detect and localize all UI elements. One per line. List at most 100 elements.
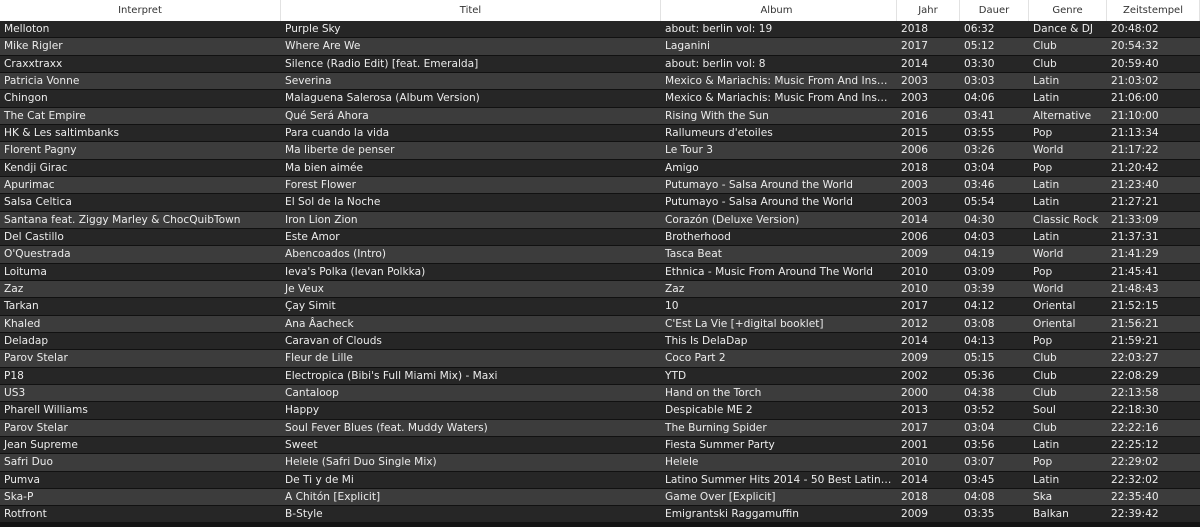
cell-title: Para cuando la vida [285,126,390,139]
cell-genre: Latin [1033,178,1060,191]
cell-title: B-Style [285,508,323,521]
cell-duration: 03:35 [964,508,995,521]
cell-duration: 06:32 [964,23,995,35]
table-row[interactable]: HK & Les saltimbanks Para cuando la vida R… [0,124,1200,143]
table-row[interactable]: Pharell Williams Happy Despicable ME 2 2013… [0,402,1200,420]
cell-genre: Latin [1033,230,1060,243]
table-row[interactable]: Salsa Celtica El Sol de la Noche Putumayo … [0,194,1200,212]
cell-title: Qué Será Ahora [285,109,369,122]
cell-genre: Oriental [1033,300,1076,313]
cell-album: Putumayo - Salsa Around the World [665,178,853,191]
cell-timestamp: 22:29:02 [1111,456,1159,469]
cell-genre: Latin [1033,196,1060,209]
table-row[interactable]: Chingon Malaguena Salerosa (Album Version… [0,90,1200,108]
cell-genre: Club [1033,57,1057,70]
cell-duration: 03:04 [964,421,995,434]
cell-year: 2014 [901,334,928,347]
cell-year: 2009 [901,352,928,365]
cell-year: 2009 [901,508,928,521]
table-row[interactable]: Florent Pagny Ma liberte de penser Le Tour… [0,142,1200,160]
column-header-duration[interactable]: Dauer [960,0,1029,21]
table-row[interactable]: Apurimac Forest Flower Putumayo - Salsa Ar… [0,176,1200,195]
cell-duration: 03:03 [964,74,995,87]
cell-album: Mexico & Mariachis: Music From And Inspi… [665,92,897,105]
cell-duration: 04:03 [964,230,995,243]
cell-duration: 03:07 [964,456,995,469]
cell-artist: Florent Pagny [4,144,77,157]
cell-year: 2017 [901,300,928,313]
cell-title: Forest Flower [285,178,356,191]
table-row[interactable]: Parov Stelar Soul Fever Blues (feat. Mudd… [0,419,1200,437]
cell-album: C'Est La Vie [+digital booklet] [665,317,824,330]
cell-artist: Apurimac [4,178,55,191]
cell-title: Happy [285,404,320,417]
cell-genre: Balkan [1033,508,1069,521]
table-row[interactable]: Deladap Caravan of Clouds This Is DelaDap 2… [0,332,1200,351]
cell-artist: Khaled [4,317,41,330]
table-row[interactable]: Zaz Je Veux Zaz 2010 03:39 World 21:48:43 [0,280,1200,299]
column-header-timestamp[interactable]: Zeitstempel [1107,0,1200,21]
playlist-table: Interpret Titel Album Jahr Dauer Genre Z… [0,0,1200,527]
cell-duration: 03:52 [964,404,995,417]
table-row[interactable]: Santana feat. Ziggy Marley & ChocQuibTow… [0,211,1200,229]
table-row[interactable]: US3 Cantaloop Hand on the Torch 2000 04:38 Cl… [0,384,1200,403]
cell-artist: US3 [4,386,26,399]
cell-artist: Loituma [4,265,47,278]
cell-year: 2015 [901,126,928,139]
cell-album: YTD [665,369,687,382]
cell-artist: Jean Supreme [4,438,78,451]
table-row[interactable]: Rotfront B-Style Emigrantski Raggamuffin 20… [0,506,1200,524]
cell-year: 2017 [901,421,928,434]
cell-year: 2010 [901,265,928,278]
cell-album: Latino Summer Hits 2014 - 50 Best Latin … [665,473,897,486]
table-row[interactable]: Craxxtraxx Silence (Radio Edit) [feat. Em… [0,55,1200,73]
cell-artist: Tarkan [4,300,39,313]
cell-year: 2009 [901,248,928,261]
table-row[interactable]: Khaled Ana Âacheck C'Est La Vie [+digital … [0,315,1200,333]
cell-genre: Pop [1033,334,1053,347]
cell-duration: 05:36 [964,369,995,382]
cell-artist: Patricia Vonne [4,74,80,87]
cell-artist: Melloton [4,23,50,35]
table-header: Interpret Titel Album Jahr Dauer Genre Z… [0,0,1200,22]
column-header-genre[interactable]: Genre [1029,0,1107,21]
column-header-year[interactable]: Jahr [897,0,960,21]
table-row[interactable]: Mike Rigler Where Are We Laganini 2017 05:12… [0,38,1200,56]
table-row[interactable]: Pumva De Ti y de Mi Latino Summer Hits 201… [0,471,1200,489]
table-row[interactable]: Safri Duo Helele (Safri Duo Single Mix) He… [0,454,1200,472]
cell-genre: Pop [1033,161,1053,174]
cell-year: 2003 [901,196,928,209]
table-row[interactable]: Melloton Purple Sky about: berlin vol: 19 2… [0,21,1200,39]
cell-genre: Latin [1033,74,1060,87]
table-row[interactable]: The Cat Empire Qué Será Ahora Rising With … [0,107,1200,125]
cell-artist: HK & Les saltimbanks [4,126,119,139]
cell-genre: Pop [1033,265,1053,278]
cell-timestamp: 21:10:00 [1111,109,1159,122]
cell-title: Fleur de Lille [285,352,353,365]
table-row[interactable]: Parov Stelar Fleur de Lille Coco Part 2 200… [0,350,1200,368]
table-row[interactable]: Del Castillo Este Amor Brotherhood 2006 04:0… [0,228,1200,247]
cell-album: Laganini [665,40,710,53]
cell-genre: World [1033,282,1064,295]
cell-duration: 03:39 [964,282,995,295]
table-row[interactable]: Ska-P A Chitón [Explicit] Game Over [Expli… [0,488,1200,507]
cell-artist: Ska-P [4,490,34,503]
column-header-artist[interactable]: Interpret [0,0,281,21]
table-row[interactable]: Kendji Girac Ma bien aimée Amigo 2018 03:04 P… [0,159,1200,177]
cell-timestamp: 21:52:15 [1111,300,1159,313]
table-row[interactable]: Tarkan Çay Simit 10 2017 04:12 Oriental 21:52:… [0,298,1200,316]
table-row[interactable]: Patricia Vonne Severina Mexico & Mariachis… [0,72,1200,91]
cell-timestamp: 21:03:02 [1111,74,1159,87]
table-row[interactable]: O'Questrada Abencoados (Intro) Tasca Beat 2… [0,246,1200,264]
column-header-album[interactable]: Album [661,0,897,21]
cell-album: The Burning Spider [665,421,767,434]
table-row[interactable]: Loituma Ieva's Polka (Ievan Polkka) Ethnic… [0,263,1200,281]
cell-album: about: berlin vol: 19 [665,23,773,35]
cell-genre: Club [1033,386,1057,399]
table-row[interactable]: P18 Electropica (Bibi's Full Miami Mix) -… [0,367,1200,385]
cell-album: This Is DelaDap [665,334,748,347]
column-header-title[interactable]: Titel [281,0,661,21]
table-row[interactable]: Jean Supreme Sweet Fiesta Summer Party 2001… [0,436,1200,455]
cell-title: De Ti y de Mi [285,473,354,486]
cell-year: 2002 [901,369,928,382]
